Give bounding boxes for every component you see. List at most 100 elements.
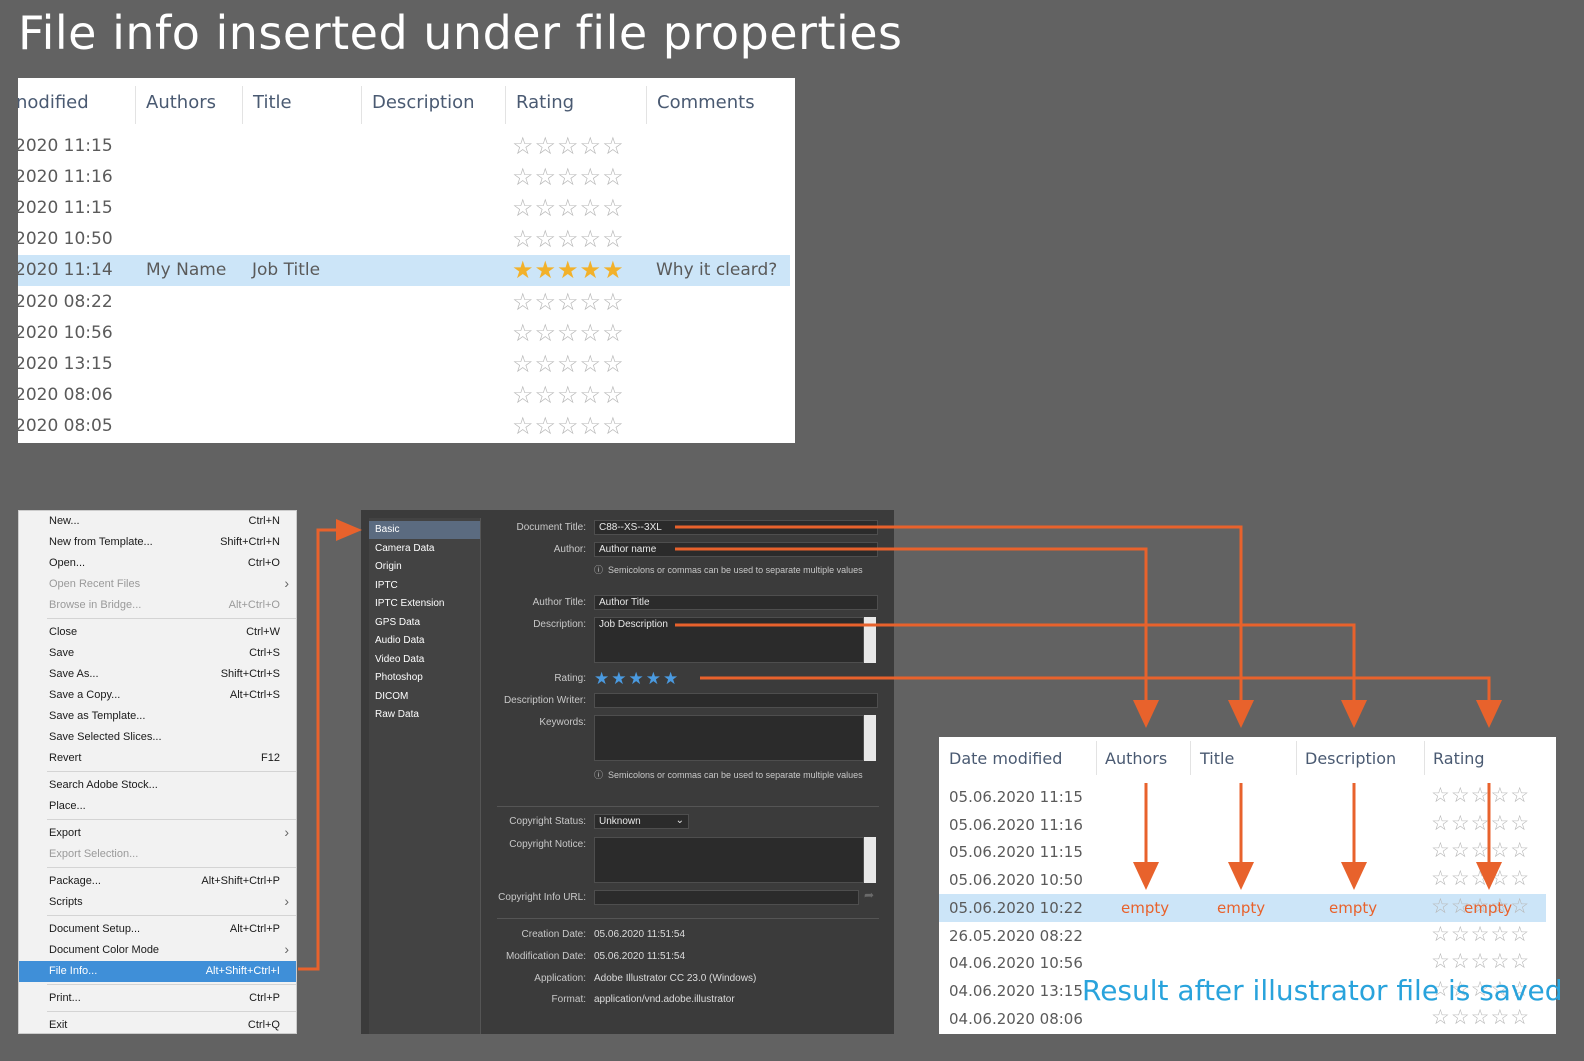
copyright-url-field[interactable] — [594, 890, 859, 905]
menu-item-close[interactable]: Close Ctrl+W — [19, 622, 296, 643]
table-row[interactable]: 2020 08:06 ☆☆☆☆☆ — [18, 380, 790, 411]
rating-stars[interactable]: ☆☆☆☆☆ — [1431, 922, 1530, 947]
table-row[interactable]: 2020 10:50 ☆☆☆☆☆ — [18, 224, 790, 255]
menu-item-package[interactable]: Package... Alt+Shift+Ctrl+P — [19, 871, 296, 892]
column-header-rating[interactable]: Rating — [1433, 749, 1485, 768]
column-divider[interactable] — [242, 86, 243, 124]
sidebar-item-dicom[interactable]: DICOM — [369, 688, 480, 706]
copyright-status-select[interactable]: Unknown ⌄ — [594, 814, 689, 829]
rating-stars[interactable]: ☆☆☆☆☆ — [512, 194, 625, 223]
description-writer-field[interactable] — [594, 693, 878, 708]
column-divider[interactable] — [646, 86, 647, 124]
sidebar-item-camera-data[interactable]: Camera Data — [369, 540, 480, 558]
rating-stars[interactable]: ☆☆☆☆☆ — [1431, 783, 1530, 808]
menu-item-save-selected-slices[interactable]: Save Selected Slices... — [19, 727, 296, 748]
rating-stars[interactable]: ☆☆☆☆☆ — [512, 350, 625, 379]
column-header-description[interactable]: Description — [1305, 749, 1396, 768]
table-row[interactable]: 2020 11:15 ☆☆☆☆☆ — [18, 131, 790, 162]
menu-item-revert[interactable]: Revert F12 — [19, 748, 296, 769]
column-divider[interactable] — [1424, 741, 1425, 775]
rating-stars[interactable]: ☆☆☆☆☆ — [1431, 949, 1530, 974]
column-header-description[interactable]: Description — [372, 92, 475, 113]
go-to-url-icon[interactable]: ➦ — [864, 888, 874, 902]
rating-stars[interactable]: ☆☆☆☆☆ — [512, 319, 625, 348]
column-header-authors[interactable]: Authors — [146, 92, 216, 113]
column-header-comments[interactable]: Comments — [657, 92, 755, 113]
sidebar-item-iptc[interactable]: IPTC — [369, 577, 480, 595]
rating-stars[interactable]: ☆☆☆☆☆ — [1431, 1005, 1530, 1030]
column-header-title[interactable]: Title — [1200, 749, 1234, 768]
table-row[interactable]: 2020 11:14 My Name Job Title ★★★★★ Why it cl… — [18, 255, 790, 287]
menu-item-save-a-copy[interactable]: Save a Copy... Alt+Ctrl+S — [19, 685, 296, 706]
description-scrollbar[interactable] — [864, 617, 876, 663]
sidebar-item-raw-data[interactable]: Raw Data — [369, 706, 480, 724]
column-header-title[interactable]: Title — [253, 92, 292, 113]
rating-stars[interactable]: ☆☆☆☆☆ — [512, 163, 625, 192]
table-row[interactable]: 05.06.2020 10:22 ☆☆☆☆☆ empty empty empty empt… — [939, 893, 1546, 922]
table-row[interactable]: 05.06.2020 11:15 ☆☆☆☆☆ — [939, 838, 1546, 866]
copyright-notice-scrollbar[interactable] — [864, 837, 876, 883]
menu-item-export-selection[interactable]: Export Selection... — [19, 844, 296, 865]
sidebar-item-iptc-extension[interactable]: IPTC Extension — [369, 595, 480, 613]
menu-item-place[interactable]: Place... — [19, 796, 296, 817]
rating-stars[interactable]: ★★★★★ — [594, 669, 680, 689]
sidebar-item-gps-data[interactable]: GPS Data — [369, 614, 480, 632]
table-row[interactable]: 05.06.2020 11:15 ☆☆☆☆☆ — [939, 783, 1546, 811]
menu-item-new-from-template[interactable]: New from Template... Shift+Ctrl+N — [19, 532, 296, 553]
menu-item-document-setup[interactable]: Document Setup... Alt+Ctrl+P — [19, 919, 296, 940]
rating-stars[interactable]: ★★★★★ — [512, 256, 625, 285]
table-row[interactable]: 04.06.2020 10:56 ☆☆☆☆☆ — [939, 949, 1546, 977]
table-row[interactable]: 2020 11:15 ☆☆☆☆☆ — [18, 193, 790, 224]
menu-item-browse-in-bridge[interactable]: Browse in Bridge... Alt+Ctrl+O — [19, 595, 296, 616]
menu-item-save[interactable]: Save Ctrl+S — [19, 643, 296, 664]
sidebar-item-basic[interactable]: Basic — [369, 521, 480, 539]
table-row[interactable]: 05.06.2020 11:16 ☆☆☆☆☆ — [939, 811, 1546, 839]
rating-stars[interactable]: ☆☆☆☆☆ — [1431, 866, 1530, 891]
menu-item-exit[interactable]: Exit Ctrl+Q — [19, 1015, 296, 1036]
table-row[interactable]: 05.06.2020 10:50 ☆☆☆☆☆ — [939, 866, 1546, 894]
menu-item-save-as[interactable]: Save As... Shift+Ctrl+S — [19, 664, 296, 685]
menu-item-file-info[interactable]: File Info... Alt+Shift+Ctrl+I — [19, 961, 296, 982]
table-row[interactable]: 2020 08:22 ☆☆☆☆☆ — [18, 287, 790, 318]
column-header-date-modified[interactable]: Date modified — [949, 749, 1062, 768]
column-divider[interactable] — [135, 86, 136, 124]
table-row[interactable]: 2020 13:15 ☆☆☆☆☆ — [18, 349, 790, 380]
menu-item-scripts[interactable]: Scripts › — [19, 892, 296, 913]
keywords-scrollbar[interactable] — [864, 715, 876, 761]
column-divider[interactable] — [1190, 741, 1191, 775]
rating-stars[interactable]: ☆☆☆☆☆ — [512, 132, 625, 161]
column-header-authors[interactable]: Authors — [1105, 749, 1167, 768]
author-field[interactable]: Author name — [594, 542, 878, 557]
column-divider[interactable] — [1296, 741, 1297, 775]
table-row[interactable]: 2020 11:16 ☆☆☆☆☆ — [18, 162, 790, 193]
table-row[interactable]: 04.06.2020 08:06 ☆☆☆☆☆ — [939, 1005, 1546, 1033]
column-header-rating[interactable]: Rating — [516, 92, 574, 113]
menu-item-search-adobe-stock[interactable]: Search Adobe Stock... — [19, 775, 296, 796]
sidebar-item-video-data[interactable]: Video Data — [369, 651, 480, 669]
rating-stars[interactable]: ☆☆☆☆☆ — [512, 412, 625, 441]
author-title-field[interactable]: Author Title — [594, 595, 878, 610]
rating-stars[interactable]: ☆☆☆☆☆ — [1431, 811, 1530, 836]
keywords-field[interactable] — [594, 715, 864, 761]
copyright-notice-field[interactable] — [594, 837, 864, 883]
table-row[interactable]: 26.05.2020 08:22 ☆☆☆☆☆ — [939, 922, 1546, 950]
table-row[interactable]: 2020 08:05 ☆☆☆☆☆ — [18, 411, 790, 442]
column-divider[interactable] — [361, 86, 362, 124]
sidebar-item-origin[interactable]: Origin — [369, 558, 480, 576]
rating-stars[interactable]: ☆☆☆☆☆ — [1431, 838, 1530, 863]
column-divider[interactable] — [505, 86, 506, 124]
rating-stars[interactable]: ☆☆☆☆☆ — [512, 225, 625, 254]
rating-stars[interactable]: ☆☆☆☆☆ — [512, 381, 625, 410]
sidebar-item-photoshop[interactable]: Photoshop — [369, 669, 480, 687]
menu-item-open[interactable]: Open... Ctrl+O — [19, 553, 296, 574]
rating-stars[interactable]: ☆☆☆☆☆ — [512, 288, 625, 317]
menu-item-export[interactable]: Export › — [19, 823, 296, 844]
menu-item-print[interactable]: Print... Ctrl+P — [19, 988, 296, 1009]
menu-item-save-as-template[interactable]: Save as Template... — [19, 706, 296, 727]
table-row[interactable]: 2020 10:56 ☆☆☆☆☆ — [18, 318, 790, 349]
description-field[interactable]: Job Description — [594, 617, 864, 663]
column-divider[interactable] — [1096, 741, 1097, 775]
document-title-field[interactable]: C88--XS--3XL — [594, 520, 878, 535]
menu-item-document-color-mode[interactable]: Document Color Mode › — [19, 940, 296, 961]
menu-item-open-recent-files[interactable]: Open Recent Files › — [19, 574, 296, 595]
